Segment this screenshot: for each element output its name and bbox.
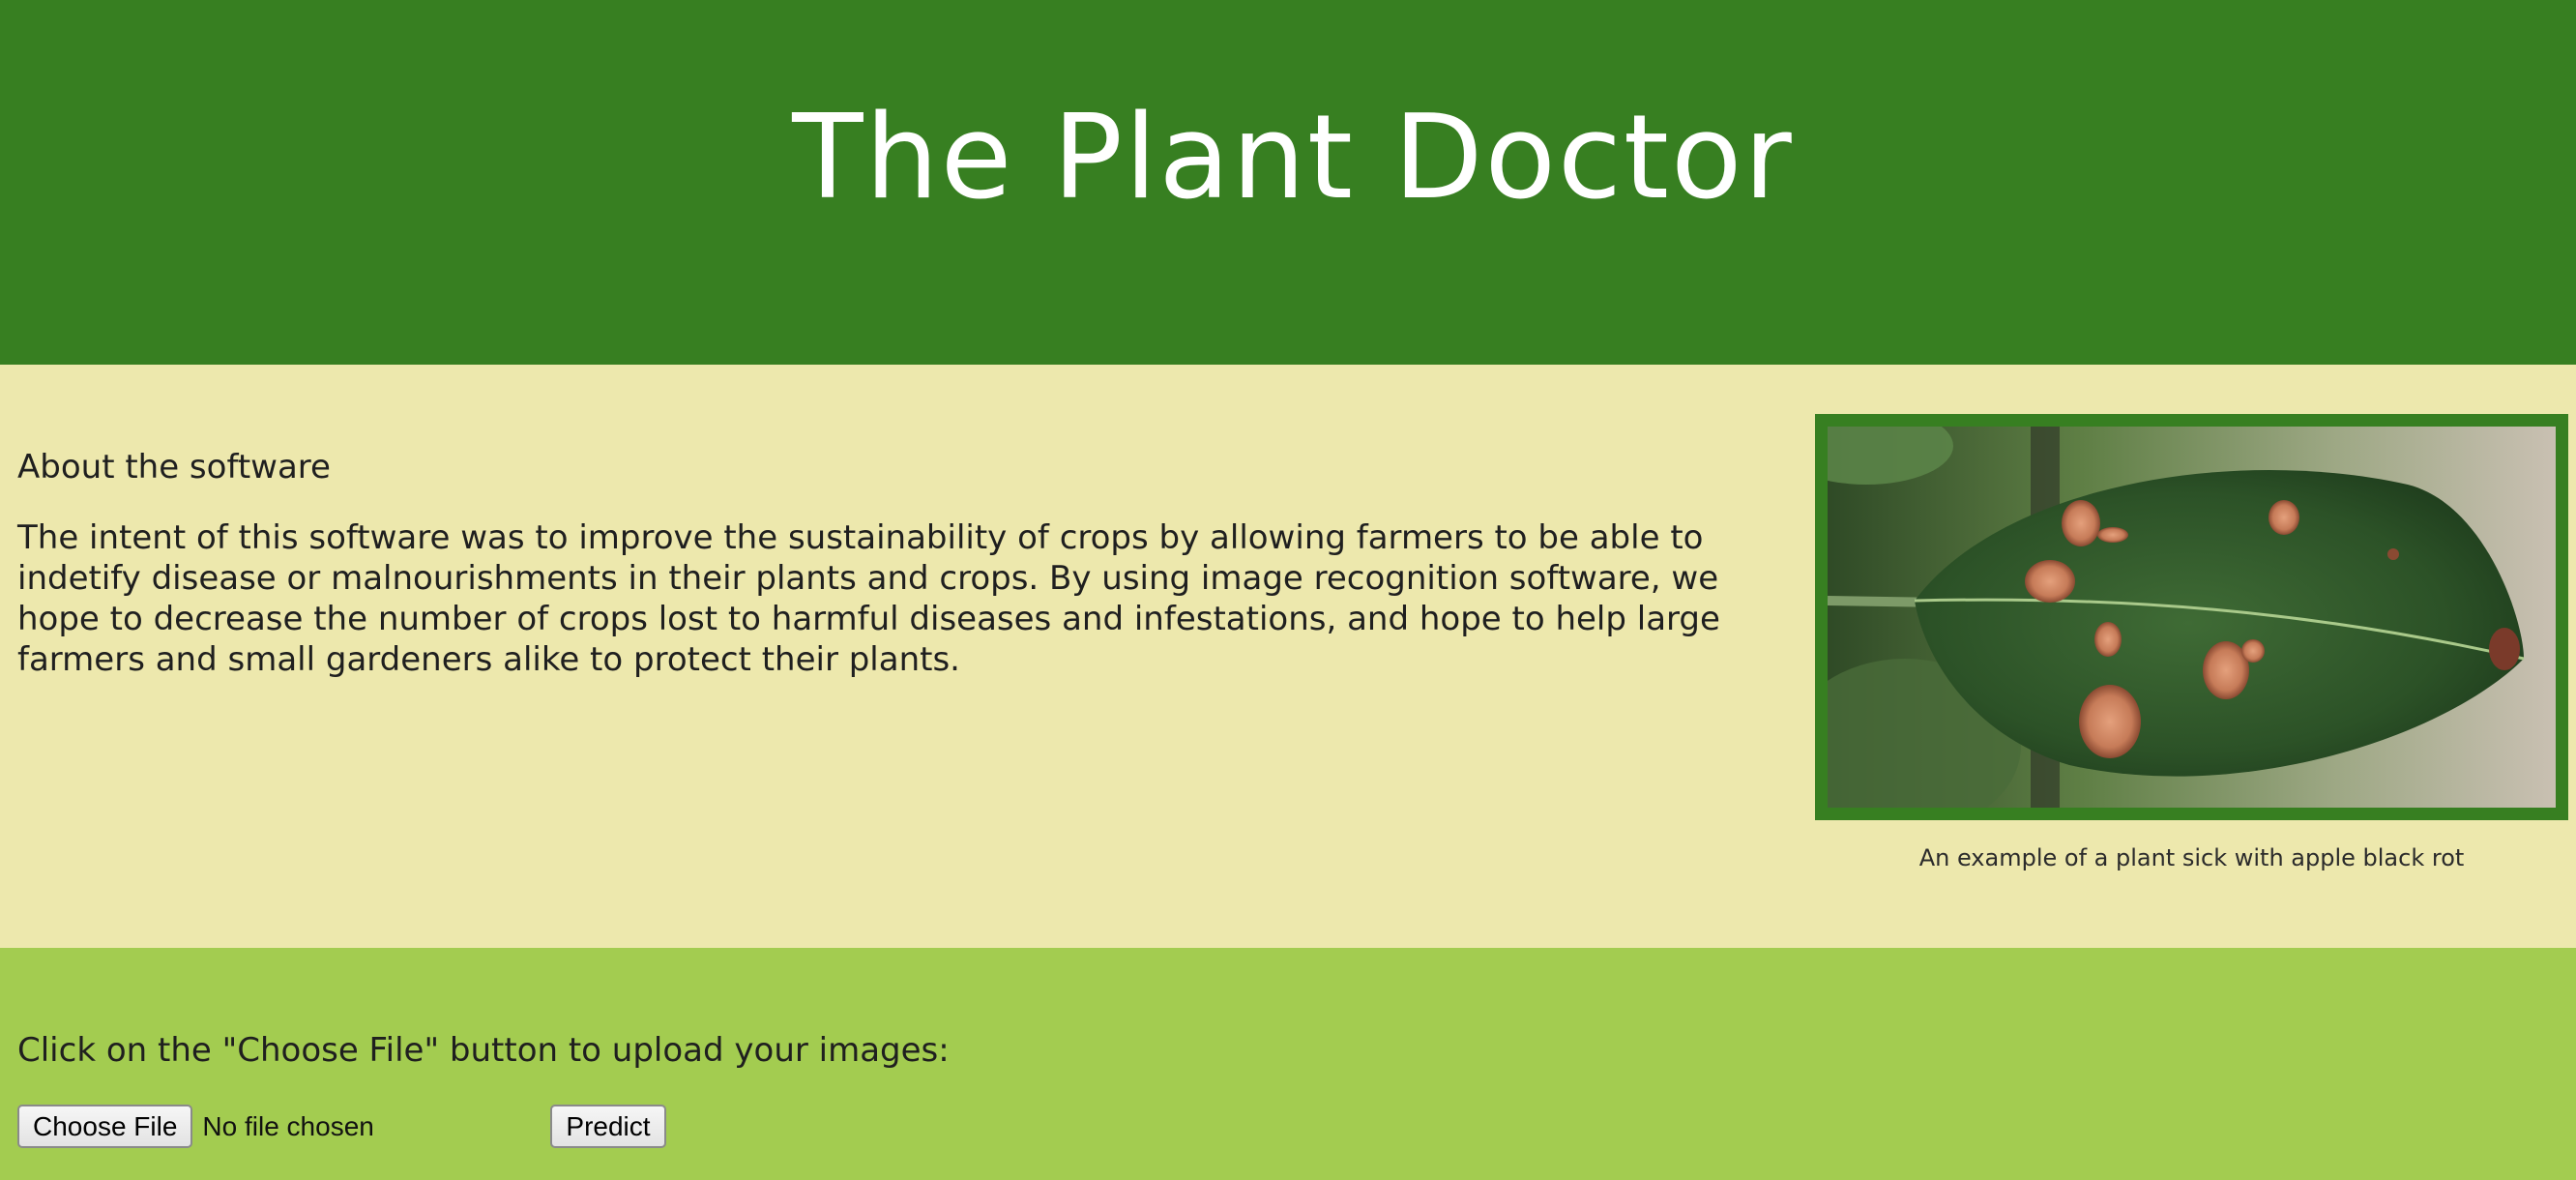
file-status-text: No file chosen — [202, 1110, 374, 1141]
page-title: The Plant Doctor — [792, 91, 1794, 225]
choose-file-button[interactable]: Choose File — [17, 1105, 193, 1148]
about-section: About the software The intent of this so… — [0, 365, 2576, 948]
example-leaf-image — [1815, 414, 2568, 820]
image-caption: An example of a plant sick with apple bl… — [1918, 844, 2465, 871]
site-header: The Plant Doctor — [0, 0, 2576, 365]
upload-section: Click on the "Choose File" button to upl… — [0, 948, 2576, 1180]
file-upload-row: Choose File No file chosen Predict — [17, 1105, 666, 1148]
predict-button[interactable]: Predict — [550, 1105, 666, 1148]
about-heading: About the software — [17, 448, 331, 487]
upload-instructions: Click on the "Choose File" button to upl… — [17, 1031, 950, 1070]
about-description: The intent of this software was to impro… — [17, 518, 1720, 679]
